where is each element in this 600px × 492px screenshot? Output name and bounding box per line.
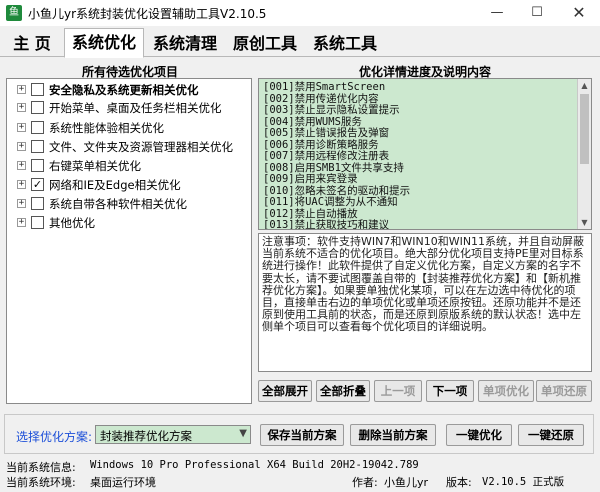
optimization-tree[interactable]: + 安全隐私及系统更新相关优化 + 开始菜单、桌面及任务栏相关优化 + 系统性能… (6, 78, 252, 404)
tree-item-performance[interactable]: + 系统性能体验相关优化 (7, 119, 251, 137)
tree-item-builtin-apps[interactable]: + 系统自带各种软件相关优化 (7, 195, 251, 213)
main-tabs: 主 页 系统优化 系统清理 原创工具 系统工具 (0, 27, 600, 58)
tree-item-label: 其他优化 (49, 216, 95, 230)
list-item[interactable]: [002]禁用传递优化内容 (263, 93, 379, 105)
list-item[interactable]: [010]忽略未签名的驱动和提示 (263, 185, 410, 197)
tree-item-other[interactable]: + 其他优化 (7, 214, 251, 232)
scrollbar-thumb[interactable] (580, 94, 589, 164)
list-item[interactable]: [012]禁止自动播放 (263, 208, 358, 220)
maximize-button[interactable]: ☐ (516, 0, 558, 26)
collapse-all-button[interactable]: 全部折叠 (316, 380, 370, 402)
tree-item-label: 系统自带各种软件相关优化 (49, 197, 187, 211)
optimize-all-button[interactable]: 一键优化 (446, 424, 512, 446)
author-value: 小鱼儿yr (384, 476, 429, 489)
list-item[interactable]: [003]禁止显示隐私设置提示 (263, 104, 400, 116)
tree-item-label: 系统性能体验相关优化 (49, 121, 164, 135)
vertical-scrollbar[interactable]: ▲ ▼ (577, 79, 591, 229)
list-item[interactable]: [013]禁止获取技巧和建议 (263, 219, 389, 229)
sysinfo-label: 当前系统信息: (6, 461, 76, 474)
tree-item-files[interactable]: + 文件、文件夹及资源管理器相关优化 (7, 138, 251, 156)
expand-icon[interactable]: + (17, 180, 26, 189)
expand-icon[interactable]: + (17, 123, 26, 132)
list-item[interactable]: [009]启用来宾登录 (263, 173, 358, 185)
checkbox[interactable] (31, 159, 44, 172)
tree-item-label: 开始菜单、桌面及任务栏相关优化 (49, 101, 222, 115)
env-value: 桌面运行环境 (90, 476, 156, 489)
single-optimize-button[interactable]: 单项优化 (478, 380, 534, 402)
author-label: 作者: (352, 476, 378, 489)
tab-system-optimize[interactable]: 系统优化 (64, 28, 144, 58)
tree-item-network[interactable]: + ✓ 网络和IE及Edge相关优化 (7, 176, 251, 194)
checkbox[interactable] (31, 197, 44, 210)
version-label: 版本: (446, 476, 472, 489)
checkbox[interactable] (31, 121, 44, 134)
prev-item-button[interactable]: 上一项 (374, 380, 422, 402)
list-item[interactable]: [008]启用SMB1文件共享支持 (263, 162, 404, 174)
tree-item-context-menu[interactable]: + 右键菜单相关优化 (7, 157, 251, 175)
expand-icon[interactable]: + (17, 103, 26, 112)
restore-all-button[interactable]: 一键还原 (518, 424, 584, 446)
expand-all-button[interactable]: 全部展开 (258, 380, 312, 402)
single-restore-button[interactable]: 单项还原 (536, 380, 592, 402)
version-value: V2.10.5 正式版 (482, 476, 565, 488)
list-item[interactable]: [001]禁用SmartScreen (263, 81, 385, 93)
list-item[interactable]: [004]禁用WUMS服务 (263, 116, 362, 128)
tree-item-label: 右键菜单相关优化 (49, 159, 141, 173)
optimization-detail-list[interactable]: [001]禁用SmartScreen [002]禁用传递优化内容 [003]禁止… (258, 78, 592, 230)
save-plan-button[interactable]: 保存当前方案 (260, 424, 344, 446)
list-item[interactable]: [006]禁用诊断策略服务 (263, 139, 379, 151)
plan-label: 选择优化方案: (16, 430, 93, 444)
plan-select-value: 封装推荐优化方案 (100, 429, 192, 443)
next-item-button[interactable]: 下一项 (426, 380, 474, 402)
window-title: 小鱼儿yr系统封装优化设置辅助工具V2.10.5 (28, 7, 267, 21)
tree-item-start-menu[interactable]: + 开始菜单、桌面及任务栏相关优化 (7, 99, 251, 117)
checkbox-checked[interactable]: ✓ (31, 178, 44, 191)
list-item[interactable]: [007]禁用远程修改注册表 (263, 150, 389, 162)
minimize-button[interactable]: — (476, 0, 518, 26)
list-item[interactable]: [005]禁止错误报告及弹窗 (263, 127, 389, 139)
scroll-down-icon[interactable]: ▼ (578, 216, 591, 229)
expand-icon[interactable]: + (17, 85, 26, 94)
expand-icon[interactable]: + (17, 199, 26, 208)
list-item[interactable]: [011]将UAC调整为从不通知 (263, 196, 398, 208)
checkbox[interactable] (31, 140, 44, 153)
tab-system-clean[interactable]: 系统清理 (146, 29, 224, 57)
expand-icon[interactable]: + (17, 218, 26, 227)
title-bar: 鱼 小鱼儿yr系统封装优化设置辅助工具V2.10.5 — ☐ ✕ (0, 0, 600, 26)
tree-item-label: 安全隐私及系统更新相关优化 (49, 83, 199, 97)
expand-icon[interactable]: + (17, 161, 26, 170)
tree-item-label: 文件、文件夹及资源管理器相关优化 (49, 140, 233, 154)
checkbox[interactable] (31, 216, 44, 229)
notes-textbox[interactable]: 注意事项：软件支持WIN7和WIN10和WIN11系统，并且自动屏蔽当前系统不适… (258, 233, 592, 372)
close-button[interactable]: ✕ (558, 0, 600, 26)
tab-home[interactable]: 主 页 (4, 29, 60, 57)
tree-item-security[interactable]: + 安全隐私及系统更新相关优化 (7, 81, 251, 99)
tab-system-tools[interactable]: 系统工具 (306, 29, 384, 57)
chevron-down-icon[interactable]: ▼ (239, 428, 247, 439)
checkbox[interactable] (31, 83, 44, 96)
scroll-up-icon[interactable]: ▲ (578, 79, 591, 92)
tab-original-tools[interactable]: 原创工具 (226, 29, 304, 57)
checkbox[interactable] (31, 101, 44, 114)
app-logo-icon: 鱼 (6, 5, 22, 21)
sysinfo-value: Windows 10 Pro Professional X64 Build 20… (90, 459, 419, 471)
plan-select[interactable]: 封装推荐优化方案 ▼ (95, 425, 251, 444)
env-label: 当前系统环境: (6, 476, 76, 489)
expand-icon[interactable]: + (17, 142, 26, 151)
notes-text: 注意事项：软件支持WIN7和WIN10和WIN11系统，并且自动屏蔽当前系统不适… (262, 235, 585, 334)
tree-item-label: 网络和IE及Edge相关优化 (49, 178, 181, 192)
delete-plan-button[interactable]: 删除当前方案 (350, 424, 436, 446)
